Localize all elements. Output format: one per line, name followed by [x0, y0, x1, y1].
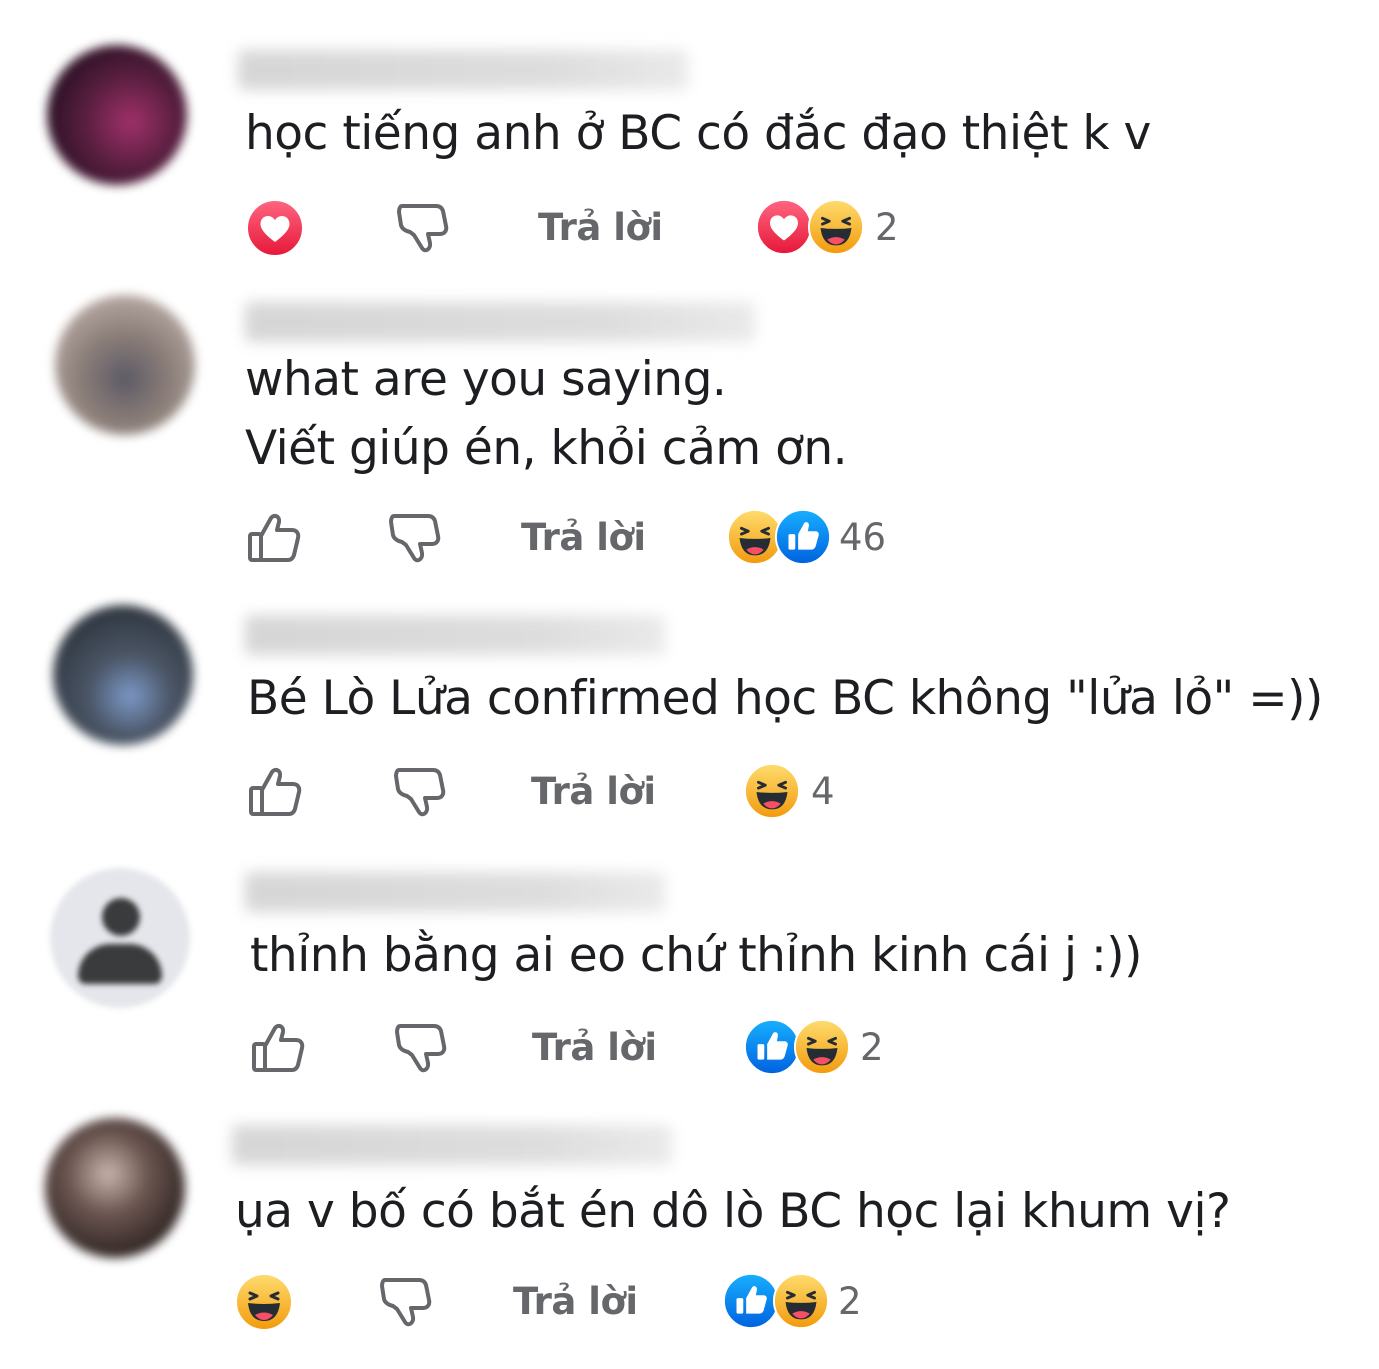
comment-text: ụa v bố có bắt én dô lò BC học lại khum … [235, 1184, 1231, 1239]
comment-actions: Trả lời 2 [0, 1272, 1379, 1332]
reaction-count: 46 [839, 516, 887, 559]
comment-text: Viết giúp én, khỏi cảm ơn. [245, 421, 848, 476]
reaction-summary[interactable]: 2 [722, 1272, 882, 1332]
dislike-icon[interactable] [392, 198, 452, 258]
reaction-summary[interactable]: 2 [743, 1018, 903, 1078]
haha-icon [772, 1272, 830, 1330]
like-outline-icon[interactable] [244, 508, 304, 568]
like-icon [774, 508, 832, 566]
commenter-name-blurred[interactable] [232, 1125, 672, 1165]
haha-icon [743, 762, 801, 820]
comment-actions: Trả lời 46 [0, 508, 1379, 568]
comment-text: what are you saying. [245, 352, 727, 407]
comment-text: học tiếng anh ở BC có đắc đạo thiệt k v [245, 106, 1151, 161]
haha-icon [807, 198, 865, 256]
comment-actions: Trả lời 4 [0, 762, 1379, 822]
reaction-summary[interactable]: 46 [726, 508, 906, 568]
love-icon [755, 198, 813, 256]
haha-icon [793, 1018, 851, 1076]
reply-button[interactable]: Trả lời [513, 1280, 638, 1323]
dislike-icon[interactable] [389, 762, 449, 822]
comment-actions: Trả lời 2 [0, 1018, 1379, 1078]
reply-button[interactable]: Trả lời [538, 206, 663, 249]
haha-icon[interactable] [234, 1272, 294, 1332]
dislike-icon[interactable] [375, 1272, 435, 1332]
avatar[interactable] [47, 45, 187, 185]
reaction-summary[interactable]: 4 [743, 762, 863, 822]
commenter-name-blurred[interactable] [238, 50, 688, 90]
comment-text: thỉnh bằng ai eo chứ thỉnh kinh cái j :)… [250, 928, 1142, 983]
like-outline-icon[interactable] [245, 762, 305, 822]
avatar[interactable] [45, 1118, 185, 1258]
commenter-name-blurred[interactable] [245, 872, 665, 912]
reply-button[interactable]: Trả lời [521, 516, 646, 559]
reply-button[interactable]: Trả lời [532, 1026, 657, 1069]
comment-actions: Trả lời 2 [0, 198, 1379, 258]
avatar[interactable] [53, 605, 193, 745]
like-outline-icon[interactable] [248, 1018, 308, 1078]
reaction-count: 2 [838, 1280, 862, 1323]
reaction-count: 4 [811, 770, 835, 813]
comment-text: Bé Lò Lửa confirmed học BC không "lửa lỏ… [247, 671, 1323, 726]
reaction-summary[interactable]: 2 [755, 198, 915, 258]
reaction-count: 2 [875, 206, 899, 249]
reply-button[interactable]: Trả lời [531, 770, 656, 813]
dislike-icon[interactable] [384, 508, 444, 568]
love-icon[interactable] [245, 198, 305, 258]
dislike-icon[interactable] [390, 1018, 450, 1078]
commenter-name-blurred[interactable] [245, 302, 755, 342]
avatar[interactable] [55, 295, 195, 435]
default-avatar-icon[interactable] [50, 868, 190, 1008]
reaction-count: 2 [860, 1026, 884, 1069]
commenter-name-blurred[interactable] [245, 615, 665, 655]
